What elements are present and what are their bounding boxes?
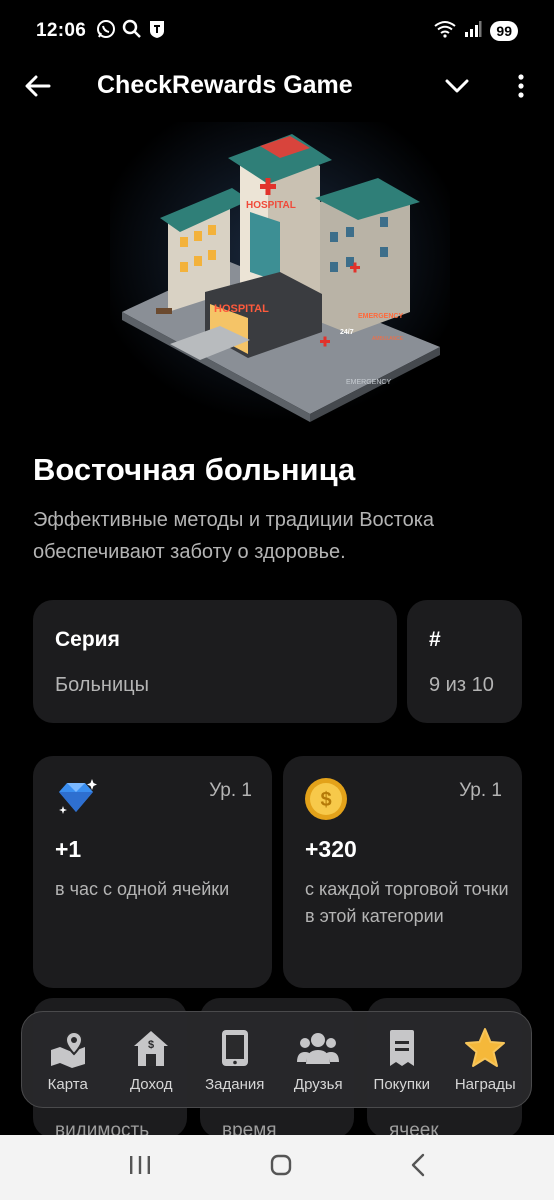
reward-level: Ур. 1 [209,780,252,801]
system-back-button[interactable] [410,1153,426,1182]
nav-label: Задания [205,1076,265,1093]
building-illustration: HOSPITAL HOSPITAL EMERGENCY 24/7 AMBULAN… [110,122,450,422]
nav-label: Друзья [293,1076,343,1093]
recent-apps-icon [130,1156,151,1174]
status-bar: 12:06 99 [0,0,554,62]
tablet-icon [213,1026,257,1070]
series-card: Серия Больницы [33,600,397,723]
nav-label: Покупки [373,1076,430,1093]
star-icon [463,1026,507,1070]
diamond-icon [55,778,99,823]
chevron-down-icon [445,79,469,93]
number-value: 9 из 10 [429,674,494,696]
ground-emergency-sign: EMERGENCY [346,379,391,386]
expand-button[interactable] [440,70,474,102]
status-time: 12:06 [36,20,87,41]
series-value: Больницы [55,674,149,696]
series-label: Серия [55,628,120,651]
notification-icons [96,19,166,44]
shield-app-icon [148,19,166,44]
nav-item-tasks[interactable]: Задания [194,1026,276,1093]
nav-label: Карта [47,1076,88,1093]
reward-card-coin: $ Ур. 1 +320 с каждой торговой точки в э… [283,756,522,988]
svg-text:$: $ [320,789,331,811]
home-icon [270,1154,292,1176]
coin-icon: $ [303,776,349,827]
wifi-icon [434,20,457,43]
recent-apps-button[interactable] [128,1154,152,1181]
building-description: Эффективные методы и традиции Востока об… [33,509,435,563]
map-icon [46,1026,90,1070]
reward-note: в час с одной ячейки [55,879,230,899]
hospital-sign-top: HOSPITAL [246,200,296,211]
system-icons: 99 [434,20,518,43]
bottom-navigation: Карта $ Доход Задания Друзья Покупки Наг… [21,1011,532,1108]
nav-item-rewards[interactable]: Награды [444,1026,526,1093]
receipt-icon [380,1026,424,1070]
nav-item-purchases[interactable]: Покупки [361,1026,443,1093]
nav-item-map[interactable]: Карта [27,1026,109,1093]
reward-level: Ур. 1 [459,780,502,801]
signal-icon [464,20,482,43]
back-button[interactable] [22,70,54,102]
emergency-sign: EMERGENCY [358,313,403,320]
number-card: # 9 из 10 [407,600,522,723]
page-title: CheckRewards Game [97,71,353,99]
reward-amount: +1 [55,836,82,862]
back-arrow-icon [25,75,51,97]
whatsapp-icon [96,19,116,44]
home-button[interactable] [269,1153,293,1182]
number-label: # [429,628,441,651]
svg-text:$: $ [148,1039,154,1051]
nav-item-friends[interactable]: Друзья [277,1026,359,1093]
nav-label: Доход [129,1076,173,1093]
system-navigation-bar [0,1135,554,1200]
nav-item-income[interactable]: $ Доход [110,1026,192,1093]
income-house-icon: $ [129,1026,173,1070]
battery-indicator: 99 [490,21,518,41]
search-icon [122,19,142,44]
app-bar: CheckRewards Game [0,62,554,108]
sign-247: 24/7 [340,329,354,336]
building-name: Восточная больница [33,452,356,487]
system-back-icon [411,1153,424,1177]
more-options-button[interactable] [506,70,536,102]
reward-amount: +320 [305,836,357,862]
hospital-sign-bottom: HOSPITAL [214,303,269,315]
friends-icon [296,1026,340,1070]
more-vertical-icon [518,74,524,98]
nav-label: Награды [454,1076,516,1093]
reward-note: с каждой торговой точки в этой категории [305,879,509,926]
reward-card-diamond: Ур. 1 +1 в час с одной ячейки [33,756,272,988]
ambulance-sign: AMBULANCE [372,336,404,342]
